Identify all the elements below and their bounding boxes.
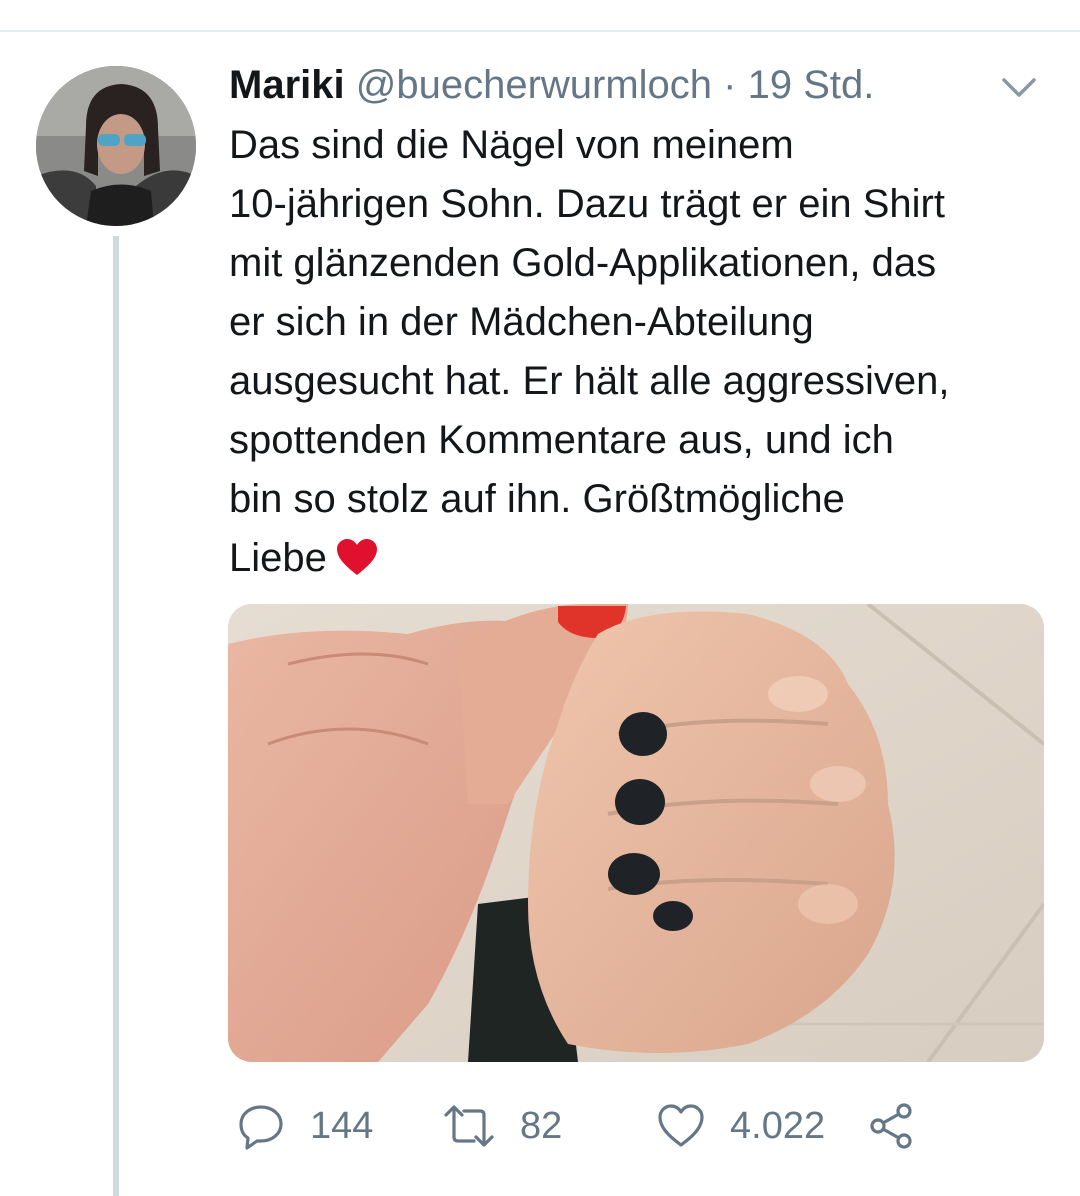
retweet-button[interactable]: 82 [440,1096,562,1156]
share-button[interactable] [866,1096,916,1156]
chevron-down-icon[interactable] [996,64,1042,110]
hands-photo [228,604,1044,1062]
retweet-icon [440,1101,498,1151]
tweet-text-line: Das sind die Nägel von meinem [229,123,794,167]
tweet-text-line: er sich in der Mädchen-Abteilung [229,300,814,344]
author-handle[interactable]: @buecherwurmloch [356,63,712,107]
tweet-text-line: bin so stolz auf ihn. Größtmögliche [229,477,845,521]
avatar-photo [36,66,196,226]
tweet-text-line: spottenden Kommentare aus, und ich [229,418,894,462]
tweet-text: Das sind die Nägel von meinem 10-jährige… [229,116,1049,594]
tweet-media-image[interactable] [228,604,1044,1062]
reply-button[interactable]: 144 [236,1096,373,1156]
tweet-text-line: Liebe [229,536,327,580]
like-icon [656,1102,706,1150]
red-heart-emoji [335,535,379,594]
reply-count: 144 [310,1104,374,1147]
header-separator: · [723,63,737,107]
tweet-text-last-line: Liebe [229,529,1049,594]
tweet-text-line: ausgesucht hat. Er hält alle aggressiven… [229,359,950,403]
tweet-timestamp[interactable]: 19 Std. [748,63,875,107]
author-avatar[interactable] [36,66,196,226]
tweet-text-line: 10-jährigen Sohn. Dazu trägt er ein Shir… [229,182,945,226]
tweet-text-line: mit glänzenden Gold-Applikationen, das [229,241,937,285]
tweet-action-bar: 144 82 4.022 [0,1096,1080,1156]
like-count: 4.022 [730,1104,826,1147]
top-divider [0,30,1080,32]
author-name[interactable]: Mariki [229,63,345,107]
reply-icon [236,1101,286,1151]
thread-line [113,236,119,1196]
tweet-header: Mariki @buecherwurmloch · 19 Std. [229,58,989,112]
share-icon [866,1101,916,1151]
retweet-count: 82 [520,1104,563,1147]
like-button[interactable]: 4.022 [656,1096,825,1156]
